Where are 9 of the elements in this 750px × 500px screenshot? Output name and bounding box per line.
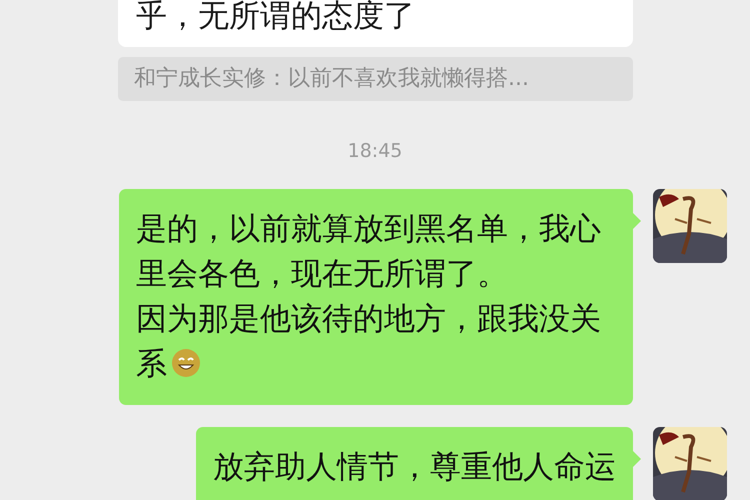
message-bubble: 是的，以前就算放到黑名单，我心里会各色，现在无所谓了。 因为那是他该待的地方，跟我没关系	[119, 189, 633, 405]
bubble-tail	[633, 213, 641, 229]
message-bubble: 乎，无所谓的态度了	[118, 0, 633, 47]
avatar-drawing[interactable]	[653, 189, 727, 263]
avatar-drawing[interactable]	[653, 427, 727, 500]
bubble-tail	[633, 451, 641, 467]
quoted-message: 和宁成长实修：以前不喜欢我就懒得搭...	[118, 57, 633, 101]
timestamp: 18:45	[348, 139, 402, 163]
message-bubble: 放弃助人情节，尊重他人命运	[196, 427, 633, 500]
